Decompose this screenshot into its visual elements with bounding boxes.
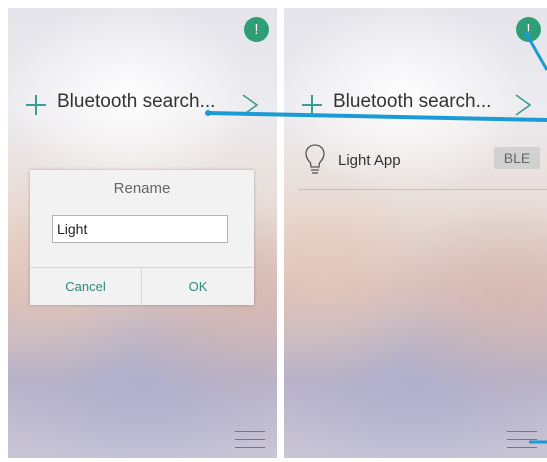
bluetooth-search-label: Bluetooth search...: [333, 91, 492, 112]
chevron-right-icon[interactable]: [239, 93, 261, 117]
ble-badge: BLE: [494, 147, 540, 169]
menu-icon[interactable]: [235, 428, 265, 452]
device-name: Light App: [338, 152, 401, 169]
rename-input[interactable]: [52, 215, 228, 243]
chevron-right-icon[interactable]: [512, 93, 534, 117]
device-list-item[interactable]: Light App BLE: [298, 139, 547, 190]
rename-dialog: Rename Cancel OK: [30, 170, 254, 306]
plus-icon[interactable]: [26, 95, 46, 115]
light-bulb-icon: [305, 144, 325, 174]
bluetooth-search-label: Bluetooth search...: [57, 91, 216, 112]
plus-icon[interactable]: [302, 95, 322, 115]
bluetooth-search-row[interactable]: Bluetooth search...: [8, 90, 277, 120]
right-phone-screen: ! Bluetooth search... Light App BLE: [284, 8, 547, 458]
alert-icon[interactable]: !: [516, 17, 541, 42]
dialog-title: Rename: [113, 180, 171, 197]
alert-icon[interactable]: !: [244, 17, 269, 42]
menu-icon[interactable]: [507, 428, 537, 452]
ok-button[interactable]: OK: [142, 268, 254, 306]
cancel-button[interactable]: Cancel: [30, 268, 142, 306]
bluetooth-search-row[interactable]: Bluetooth search...: [284, 90, 547, 120]
dialog-button-bar: Cancel OK: [30, 267, 254, 306]
left-phone-screen: ! Bluetooth search... Rename Cancel OK: [8, 8, 277, 458]
